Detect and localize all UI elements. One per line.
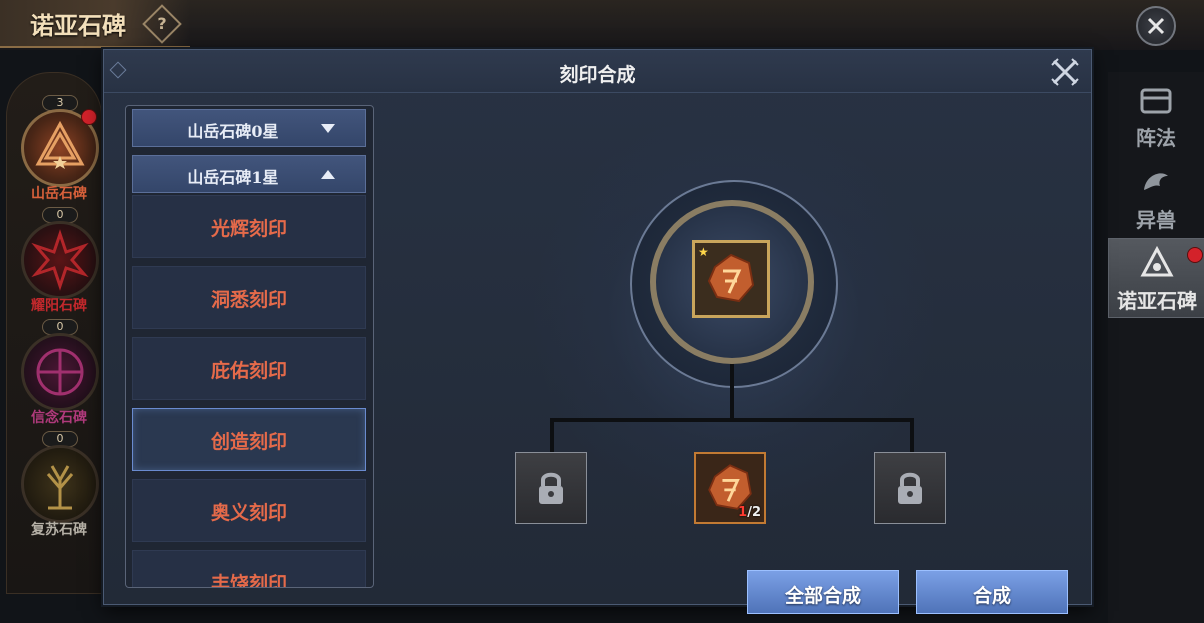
imprint-list[interactable]: 山岳石碑0星 山岳石碑1星 光辉刻印 洞悉刻印 庇佑刻印 创造刻印 奥义刻印 丰…	[125, 105, 374, 588]
stele-name: 复苏石碑	[31, 522, 87, 538]
material-slot[interactable]: 1/2	[694, 452, 766, 524]
item-label: 庇佑刻印	[210, 360, 287, 382]
category-label: 山岳石碑1星	[187, 168, 279, 187]
stele-mountain[interactable]: 3 山岳石碑	[19, 95, 99, 205]
close-icon[interactable]	[1136, 6, 1176, 46]
button-label: 合成	[972, 585, 1011, 607]
synthesize-all-button[interactable]: 全部合成	[747, 570, 899, 614]
tab-label: 诺亚石碑	[1117, 289, 1197, 313]
connector-line	[550, 418, 914, 422]
list-item[interactable]: 洞悉刻印	[132, 266, 366, 329]
connector-line	[550, 418, 554, 452]
item-label: 洞悉刻印	[210, 289, 287, 311]
material-quantity: 1/2	[738, 505, 761, 520]
formation-icon	[1140, 88, 1172, 114]
right-tab-panel: 阵法 异兽 诺亚石碑	[1108, 72, 1204, 623]
revival-stele-emblem-icon	[21, 445, 99, 523]
crossed-swords-close-icon[interactable]	[1049, 56, 1081, 88]
category-header-0-star[interactable]: 山岳石碑0星	[132, 109, 366, 147]
item-label: 创造刻印	[210, 431, 287, 453]
lock-icon	[539, 472, 563, 504]
list-item[interactable]: 奥义刻印	[132, 479, 366, 542]
tab-label: 阵法	[1136, 126, 1176, 150]
sun-stele-emblem-icon	[21, 221, 99, 299]
stele-sun[interactable]: 0 耀阳石碑	[19, 207, 99, 317]
dialog-title: 刻印合成	[559, 64, 636, 86]
material-slot-locked[interactable]	[874, 452, 946, 524]
material-slot-locked[interactable]	[515, 452, 587, 524]
chevron-down-icon	[321, 124, 335, 133]
result-slot[interactable]: ★	[692, 240, 770, 318]
stele-revival[interactable]: 0 复苏石碑	[19, 431, 99, 541]
page-header: 诺亚石碑 ?	[0, 0, 1204, 50]
connector-line	[910, 418, 914, 452]
stele-name: 山岳石碑	[31, 186, 87, 202]
list-item[interactable]: 光辉刻印	[132, 195, 366, 258]
stele-name: 信念石碑	[31, 410, 87, 426]
imprint-synthesis-dialog: 刻印合成 山岳石碑0星 山岳石碑1星 光辉刻印 洞悉刻印 庇佑刻印 创造刻印 奥…	[103, 49, 1092, 614]
synthesis-area: ★ 1/2 全部合成 合成	[384, 92, 1089, 614]
page-title: 诺亚石碑	[30, 11, 126, 40]
beast-icon	[1144, 173, 1168, 190]
tab-beast[interactable]: 异兽	[1108, 158, 1204, 232]
notification-badge	[1187, 247, 1203, 263]
synthesize-button[interactable]: 合成	[916, 570, 1068, 614]
chevron-up-icon	[321, 170, 335, 179]
button-label: 全部合成	[784, 585, 861, 607]
dialog-header: 刻印合成	[104, 50, 1091, 93]
faith-stele-emblem-icon	[21, 333, 99, 411]
star-icon: ★	[698, 245, 709, 259]
tab-label: 异兽	[1136, 208, 1176, 232]
list-item[interactable]: 丰饶刻印	[132, 550, 366, 588]
stele-name: 耀阳石碑	[31, 298, 87, 314]
connector-line	[730, 364, 734, 422]
category-header-1-star[interactable]: 山岳石碑1星	[132, 155, 366, 193]
list-item[interactable]: 庇佑刻印	[132, 337, 366, 400]
tab-noah-stele[interactable]: 诺亚石碑	[1108, 238, 1204, 318]
item-label: 光辉刻印	[210, 218, 287, 240]
item-label: 奥义刻印	[210, 502, 287, 524]
category-label: 山岳石碑0星	[187, 122, 279, 141]
list-item-selected[interactable]: 创造刻印	[132, 408, 366, 471]
notification-badge	[81, 109, 97, 125]
stele-icon	[1140, 245, 1174, 277]
item-label: 丰饶刻印	[210, 573, 287, 588]
stele-rail: 3 山岳石碑 0 耀阳石碑 0 信念石碑 0 复苏石碑	[6, 72, 102, 594]
lock-icon	[898, 472, 922, 504]
tab-formation[interactable]: 阵法	[1108, 76, 1204, 150]
stele-faith[interactable]: 0 信念石碑	[19, 319, 99, 429]
